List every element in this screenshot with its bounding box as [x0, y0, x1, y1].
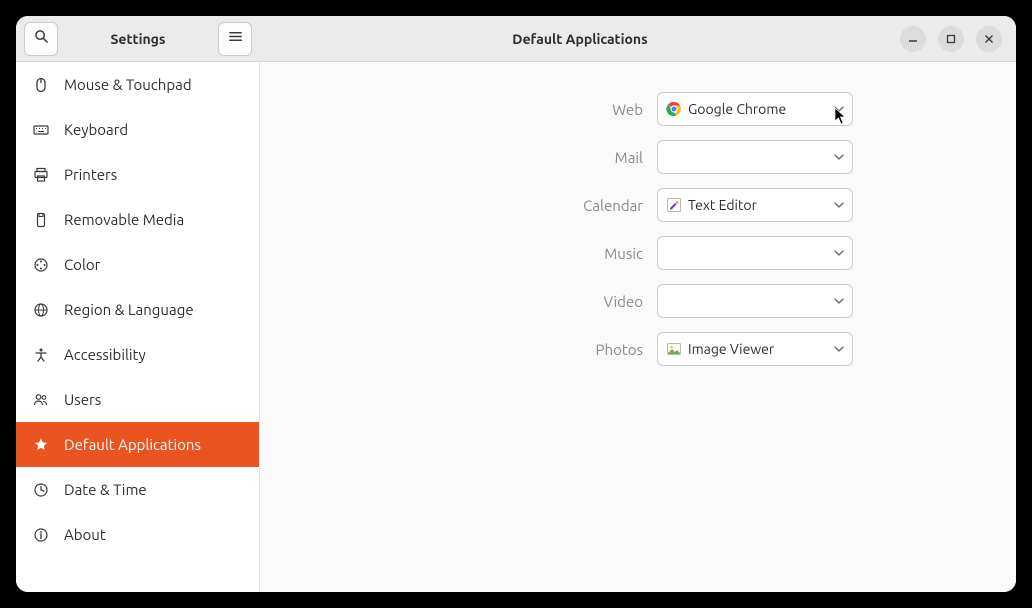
sidebar-item-label: Keyboard	[64, 121, 128, 138]
headerbar: Settings Default Applications	[16, 16, 1016, 62]
sidebar-item-info[interactable]: About	[16, 512, 259, 557]
users-icon	[32, 391, 50, 409]
star-icon	[32, 436, 50, 454]
sidebar-item-color[interactable]: Color	[16, 242, 259, 287]
sidebar-item-printer[interactable]: Printers	[16, 152, 259, 197]
accessibility-icon	[32, 346, 50, 364]
sidebar-item-mouse[interactable]: Mouse & Touchpad	[16, 62, 259, 107]
headerbar-left: Settings	[16, 16, 260, 61]
globe-icon	[32, 301, 50, 319]
settings-window: Settings Default Applications	[16, 16, 1016, 592]
sidebar-item-star[interactable]: Default Applications	[16, 422, 259, 467]
keyboard-icon	[32, 121, 50, 139]
minimize-button[interactable]	[900, 26, 926, 52]
default-combo-mail[interactable]	[657, 140, 853, 174]
sidebar: Mouse & Touchpad Keyboard Printers Removabl…	[16, 62, 260, 592]
chrome-icon	[666, 101, 682, 117]
default-apps-form: Web Google Chrome Mail Calendar Text Editor M…	[423, 92, 853, 366]
sidebar-item-clock[interactable]: Date & Time	[16, 467, 259, 512]
info-icon	[32, 526, 50, 544]
combo-value: Image Viewer	[688, 341, 828, 357]
chevron-down-icon	[834, 341, 844, 357]
sidebar-item-label: Region & Language	[64, 301, 194, 318]
sidebar-item-accessibility[interactable]: Accessibility	[16, 332, 259, 377]
default-label-mail: Mail	[423, 149, 643, 166]
chevron-down-icon	[834, 197, 844, 213]
maximize-button[interactable]	[938, 26, 964, 52]
sidebar-item-label: Removable Media	[64, 211, 184, 228]
mouse-icon	[32, 76, 50, 94]
texteditor-icon	[666, 197, 682, 213]
combo-value: Text Editor	[688, 197, 828, 213]
sidebar-item-users[interactable]: Users	[16, 377, 259, 422]
search-icon	[34, 29, 49, 48]
combo-value: Google Chrome	[688, 101, 828, 117]
window-controls	[900, 26, 1016, 52]
default-label-music: Music	[423, 245, 643, 262]
default-combo-photos[interactable]: Image Viewer	[657, 332, 853, 366]
search-button[interactable]	[24, 22, 58, 56]
imageviewer-icon	[666, 341, 682, 357]
close-icon	[984, 30, 994, 48]
minimize-icon	[908, 30, 918, 48]
default-combo-video[interactable]	[657, 284, 853, 318]
chevron-down-icon	[834, 149, 844, 165]
chevron-down-icon	[834, 245, 844, 261]
sidebar-title: Settings	[64, 31, 212, 47]
sidebar-item-label: Color	[64, 256, 100, 273]
maximize-icon	[946, 30, 956, 48]
printer-icon	[32, 166, 50, 184]
sidebar-item-label: Accessibility	[64, 346, 146, 363]
sidebar-item-label: Printers	[64, 166, 117, 183]
sidebar-item-label: Mouse & Touchpad	[64, 76, 192, 93]
content-area: Mouse & Touchpad Keyboard Printers Removabl…	[16, 62, 1016, 592]
default-combo-calendar[interactable]: Text Editor	[657, 188, 853, 222]
default-combo-music[interactable]	[657, 236, 853, 270]
main-panel: Web Google Chrome Mail Calendar Text Editor M…	[260, 62, 1016, 592]
sidebar-item-label: About	[64, 526, 106, 543]
chevron-down-icon	[834, 293, 844, 309]
default-label-video: Video	[423, 293, 643, 310]
sidebar-item-keyboard[interactable]: Keyboard	[16, 107, 259, 152]
sidebar-item-label: Date & Time	[64, 481, 147, 498]
chevron-down-icon	[834, 101, 844, 117]
close-button[interactable]	[976, 26, 1002, 52]
sidebar-item-globe[interactable]: Region & Language	[16, 287, 259, 332]
color-icon	[32, 256, 50, 274]
page-title: Default Applications	[260, 31, 900, 47]
hamburger-icon	[228, 29, 243, 48]
sidebar-item-label: Users	[64, 391, 101, 408]
menu-button[interactable]	[218, 22, 252, 56]
default-label-calendar: Calendar	[423, 197, 643, 214]
sidebar-item-label: Default Applications	[64, 436, 201, 453]
sidebar-item-removable[interactable]: Removable Media	[16, 197, 259, 242]
default-label-photos: Photos	[423, 341, 643, 358]
default-combo-web[interactable]: Google Chrome	[657, 92, 853, 126]
clock-icon	[32, 481, 50, 499]
removable-icon	[32, 211, 50, 229]
default-label-web: Web	[423, 101, 643, 118]
